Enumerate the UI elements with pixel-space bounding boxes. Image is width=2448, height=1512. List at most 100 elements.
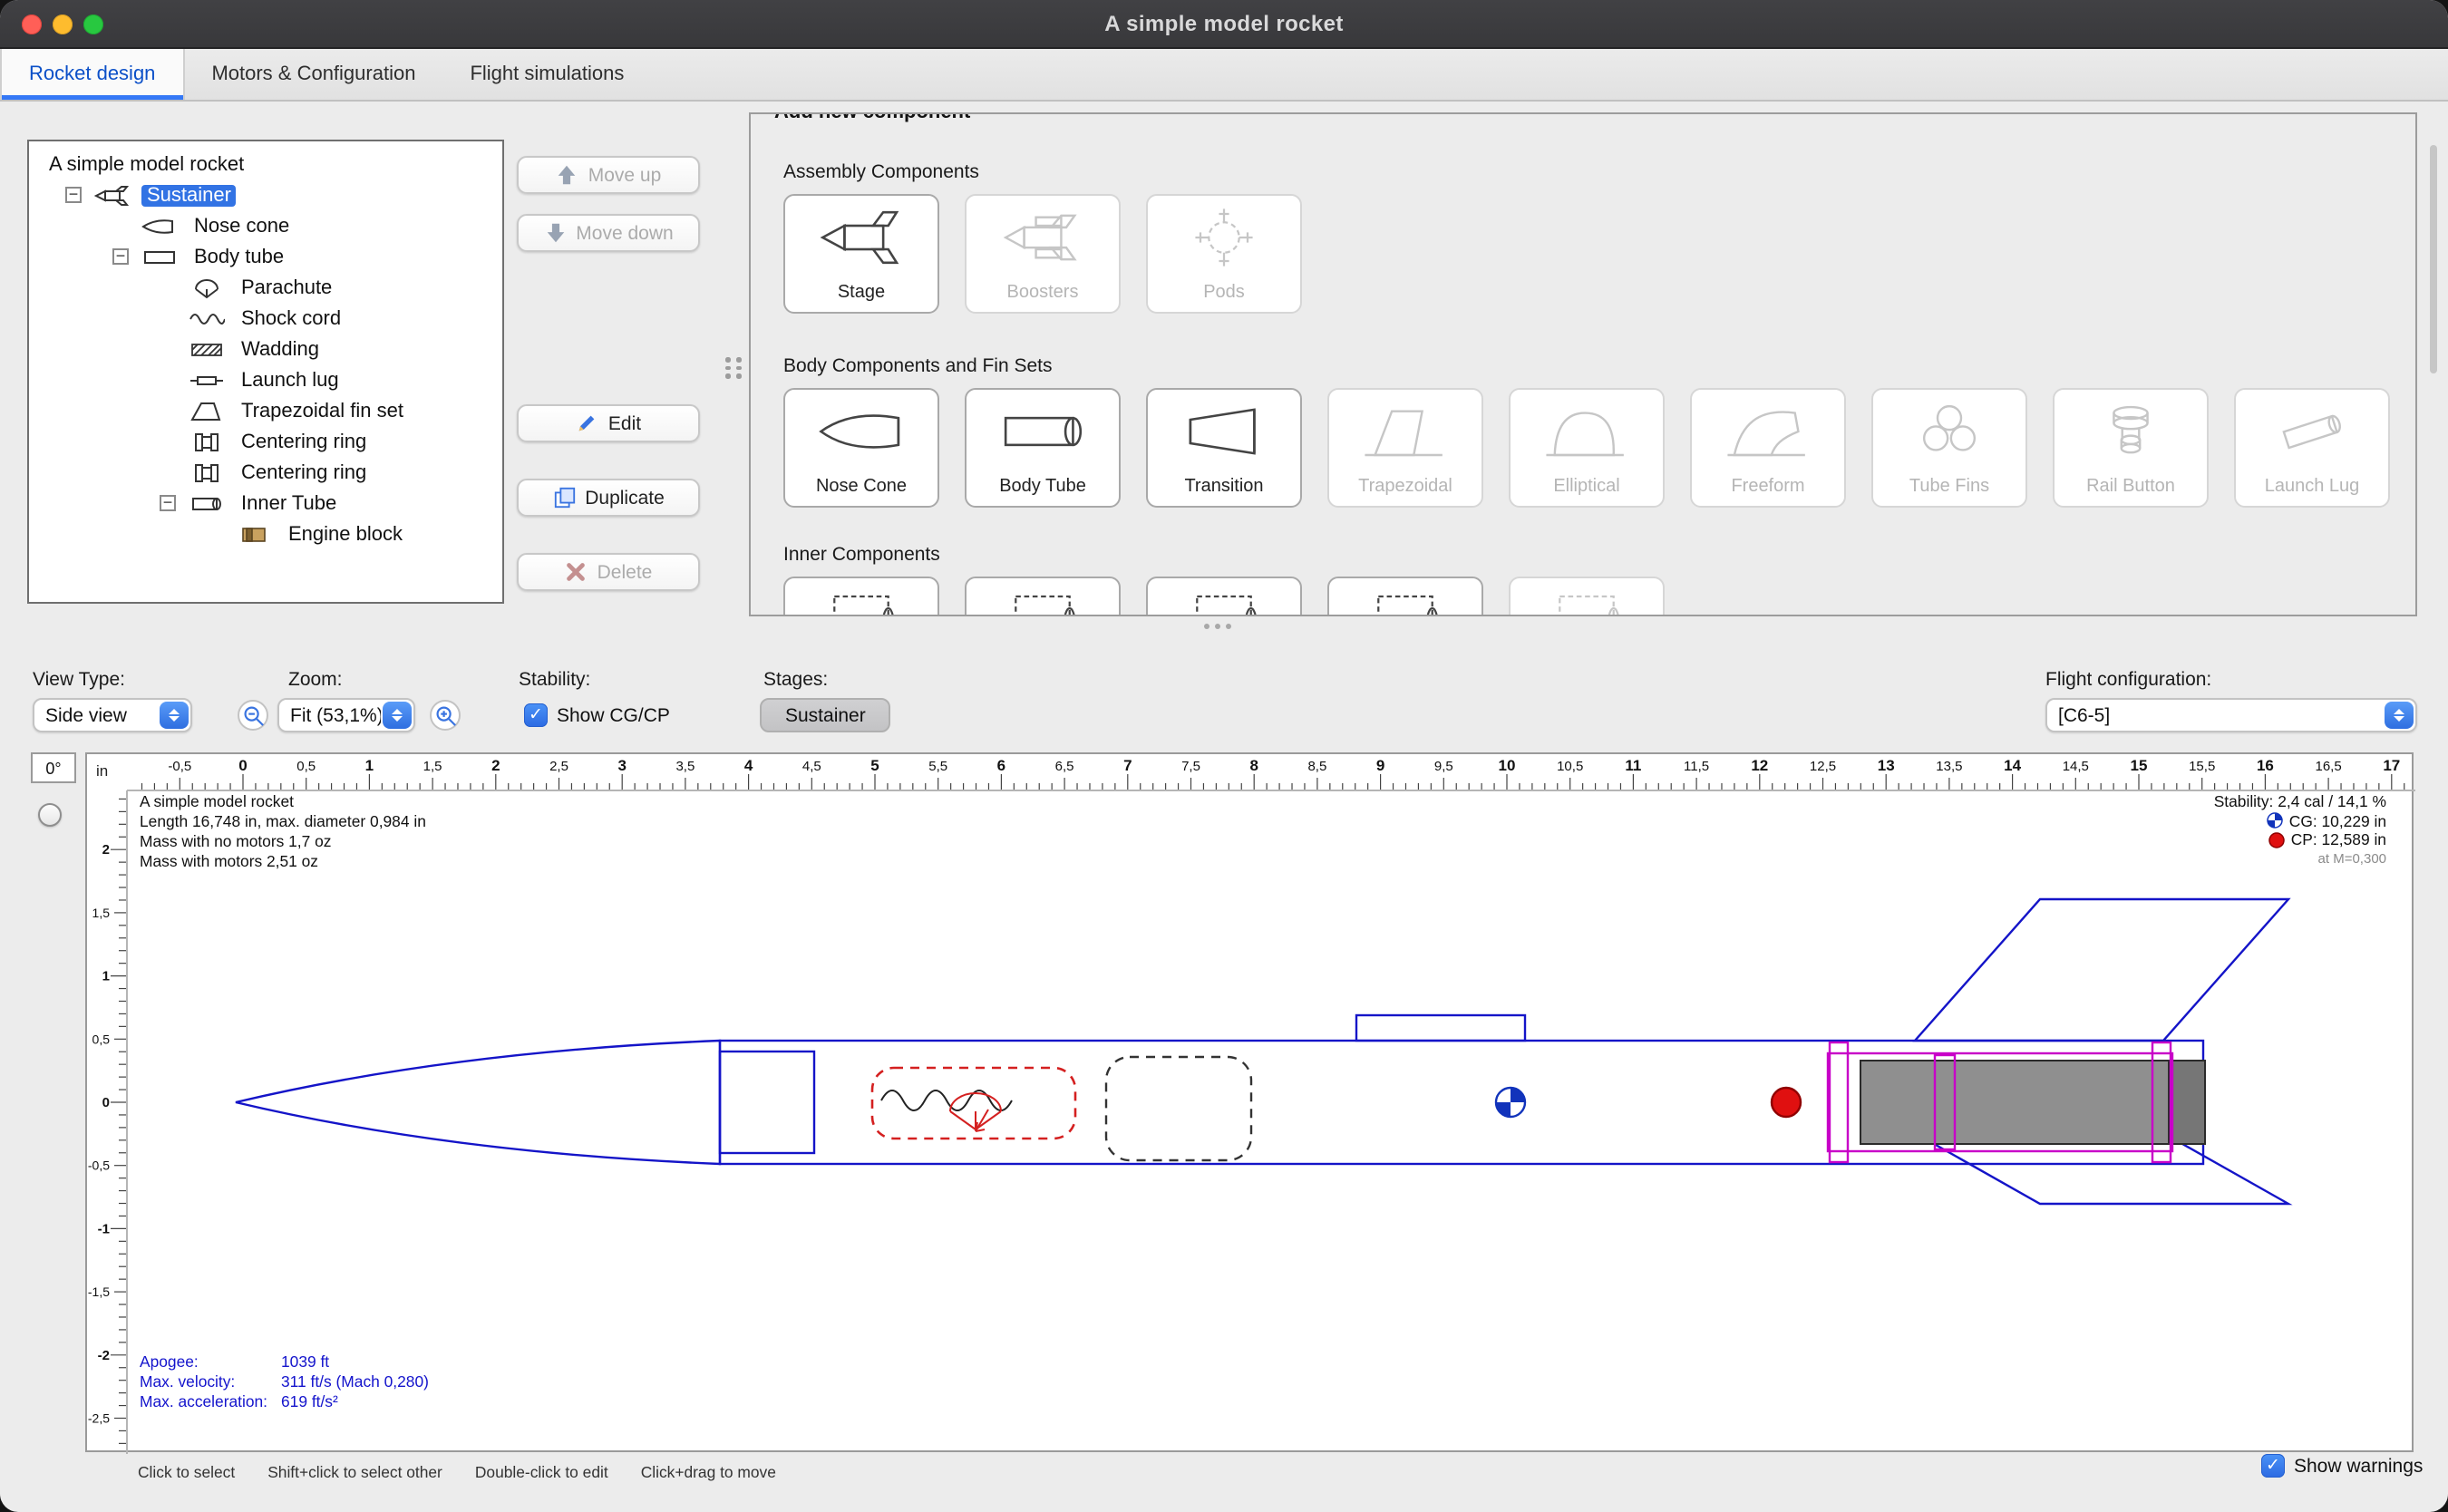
flight-config-label: Flight configuration: <box>2045 669 2211 691</box>
zoom-value: Fit (53,1%) <box>279 704 381 726</box>
rotation-value: 0° <box>31 752 76 783</box>
rotation-slider-knob[interactable] <box>38 803 62 827</box>
add-component-button[interactable] <box>1509 577 1665 616</box>
add-component-button[interactable] <box>965 577 1121 616</box>
tab-motors-configuration[interactable]: Motors & Configuration <box>184 49 442 100</box>
delete-button[interactable]: Delete <box>517 553 700 591</box>
engine-block-icon <box>232 522 276 546</box>
duplicate-button[interactable]: Duplicate <box>517 479 700 517</box>
tree-item-sustainer[interactable]: −Sustainer <box>29 179 502 210</box>
move-down-button[interactable]: Move down <box>517 214 700 252</box>
boosters-big-icon <box>967 203 1119 272</box>
move-up-button[interactable]: Move up <box>517 156 700 194</box>
mouse-hints: Click to selectShift+click to select oth… <box>138 1463 776 1481</box>
tab-flight-simulations[interactable]: Flight simulations <box>442 49 651 100</box>
component-label: Pods <box>1148 283 1300 303</box>
svg-text:13: 13 <box>1878 757 1895 774</box>
rocket-diagram[interactable]: -0,500,511,522,533,544,555,566,577,588,5… <box>85 752 2414 1452</box>
rocket-info-line: Mass with no motors 1,7 oz <box>140 832 426 852</box>
tree-item-a-simple-model-rocket[interactable]: A simple model rocket <box>29 149 502 179</box>
tree-item-nose-cone[interactable]: Nose cone <box>29 210 502 241</box>
window-title: A simple model rocket <box>1104 11 1344 36</box>
add-stage-button[interactable]: Stage <box>783 194 939 314</box>
svg-text:11: 11 <box>1625 757 1641 774</box>
tree-item-label: Launch lug <box>236 369 345 391</box>
zoom-in-button[interactable] <box>430 700 461 731</box>
magnifier-plus-icon <box>434 704 456 726</box>
svg-text:-0,5: -0,5 <box>168 759 191 774</box>
tree-item-body-tube[interactable]: −Body tube <box>29 241 502 272</box>
svg-text:6,5: 6,5 <box>1055 759 1074 774</box>
tree-item-inner-tube[interactable]: −Inner Tube <box>29 488 502 519</box>
svg-text:12: 12 <box>1751 757 1768 774</box>
chevron-updown-icon <box>383 702 412 729</box>
show-cgcp-checkbox[interactable]: ✓ <box>524 703 548 727</box>
add-transition-button[interactable]: Transition <box>1146 388 1302 508</box>
add-body-tube-button[interactable]: Body Tube <box>965 388 1121 508</box>
view-type-select[interactable]: Side view <box>33 698 192 732</box>
tree-expander-icon[interactable]: − <box>65 187 82 203</box>
add-component-button[interactable] <box>1327 577 1483 616</box>
cp-symbol <box>1772 1088 1801 1117</box>
svg-text:1,5: 1,5 <box>423 759 442 774</box>
svg-text:10,5: 10,5 <box>1557 759 1583 774</box>
component-label: Freeform <box>1692 477 1844 497</box>
add-launch-lug-button[interactable]: Launch Lug <box>2234 388 2390 508</box>
duplicate-icon <box>552 486 576 509</box>
tree-item-centering-ring[interactable]: Centering ring <box>29 426 502 457</box>
stage-toggle-sustainer[interactable]: Sustainer <box>760 698 891 732</box>
component-label: Launch Lug <box>2236 477 2388 497</box>
tree-item-trapezoidal-fin-set[interactable]: Trapezoidal fin set <box>29 395 502 426</box>
scrollbar[interactable] <box>2430 145 2437 373</box>
add-trapezoidal-button[interactable]: Trapezoidal <box>1327 388 1483 508</box>
add-nose-cone-button[interactable]: Nose Cone <box>783 388 939 508</box>
tree-item-label: A simple model rocket <box>44 153 249 175</box>
zoom-window-button[interactable] <box>83 15 103 34</box>
tree-item-centering-ring[interactable]: Centering ring <box>29 457 502 488</box>
rocket-side-view[interactable]: -0,500,511,522,533,544,555,566,577,588,5… <box>87 754 2415 1454</box>
check-icon: ✓ <box>529 707 543 724</box>
add-rail-button-button[interactable]: Rail Button <box>2053 388 2209 508</box>
svg-text:9: 9 <box>1376 757 1384 774</box>
add-component-button[interactable] <box>783 577 939 616</box>
tree-expander-icon[interactable]: − <box>160 495 176 511</box>
tree-item-wadding[interactable]: Wadding <box>29 334 502 364</box>
minimize-window-button[interactable] <box>53 15 73 34</box>
zoom-select[interactable]: Fit (53,1%) <box>277 698 415 732</box>
tree-item-parachute[interactable]: Parachute <box>29 272 502 303</box>
component-tree: A simple model rocket −SustainerNose cone… <box>27 140 504 604</box>
zoom-out-button[interactable] <box>238 700 268 731</box>
add-component-button[interactable] <box>1146 577 1302 616</box>
tree-item-shock-cord[interactable]: Shock cord <box>29 303 502 334</box>
tab-rocket-design[interactable]: Rocket design <box>0 49 184 100</box>
stage-big-icon <box>785 203 937 272</box>
tree-item-engine-block[interactable]: Engine block <box>29 519 502 549</box>
flight-stat-value: 619 ft/s² <box>281 1393 338 1411</box>
tree-expander-icon[interactable]: − <box>112 248 129 265</box>
svg-text:0,5: 0,5 <box>92 1032 111 1046</box>
group-title-inner-components: Inner Components <box>783 544 940 566</box>
delete-icon <box>565 560 588 584</box>
add-pods-button[interactable]: Pods <box>1146 194 1302 314</box>
show-warnings-checkbox[interactable]: ✓ <box>2261 1454 2285 1478</box>
add-freeform-button[interactable]: Freeform <box>1690 388 1846 508</box>
svg-text:0: 0 <box>102 1095 110 1110</box>
add-boosters-button[interactable]: Boosters <box>965 194 1121 314</box>
add-tube-fins-button[interactable]: Tube Fins <box>1871 388 2027 508</box>
svg-text:8,5: 8,5 <box>1307 759 1326 774</box>
flight-config-select[interactable]: [C6-5] <box>2045 698 2417 732</box>
component-label: Stage <box>785 283 937 303</box>
close-window-button[interactable] <box>22 15 42 34</box>
svg-text:-0,5: -0,5 <box>88 1158 110 1173</box>
cp-value: CP: 12,589 in <box>2291 830 2386 849</box>
panel-resize-handle[interactable] <box>1204 624 1231 629</box>
split-pane-handle[interactable] <box>725 357 743 378</box>
svg-text:7: 7 <box>1123 757 1132 774</box>
button-label: Move down <box>576 222 673 244</box>
add-elliptical-button[interactable]: Elliptical <box>1509 388 1665 508</box>
rocket-outline <box>236 899 2288 1204</box>
stability-value: Stability: 2,4 cal / 14,1 % <box>2214 792 2386 811</box>
flight-stat-label: Max. velocity: <box>140 1372 281 1392</box>
edit-button[interactable]: Edit <box>517 404 700 442</box>
tree-item-launch-lug[interactable]: Launch lug <box>29 364 502 395</box>
